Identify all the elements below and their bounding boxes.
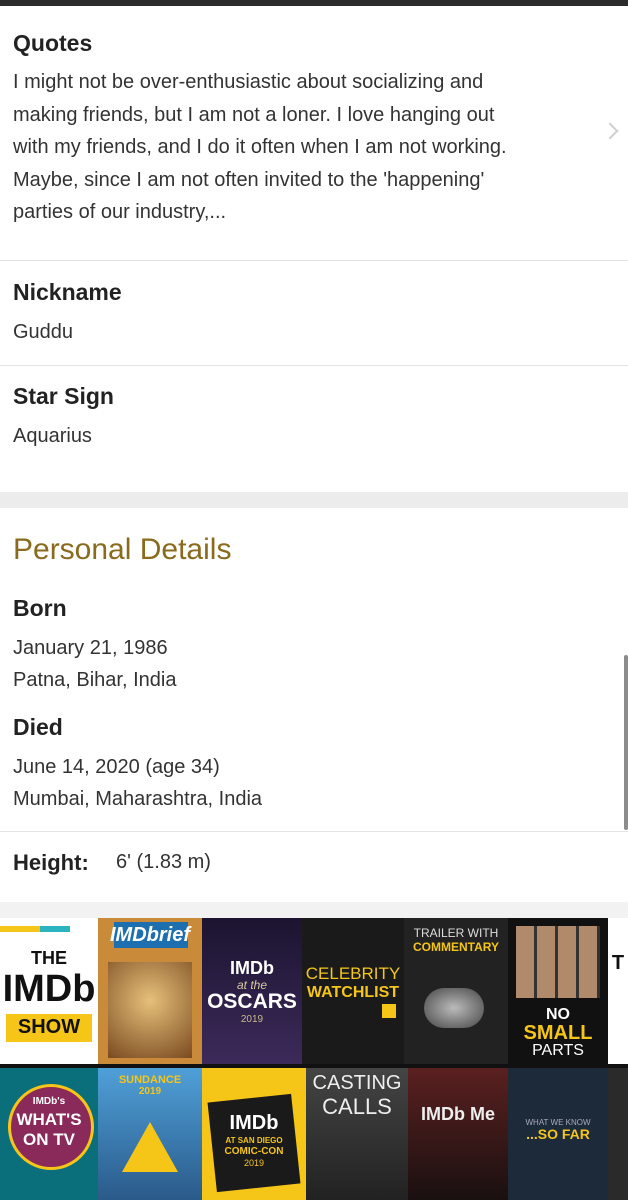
tile-partial[interactable] [608, 1068, 628, 1200]
trailer-text: TRAILER WITH [413, 926, 499, 940]
born-place[interactable]: Patna, Bihar, India [13, 664, 176, 697]
no-small-parts-text: PARTS [532, 1042, 584, 1059]
whats-on-tv-text: ON TV [23, 1130, 75, 1149]
quote-line: I might not be over-enthusiastic about s… [13, 71, 484, 93]
so-far-text: ...SO FAR [526, 1126, 590, 1142]
chevron-right-icon[interactable] [601, 122, 619, 140]
quote-line: parties of our industry,... [13, 201, 227, 223]
star-sign-heading: Star Sign [13, 383, 114, 409]
tile-trailer-commentary[interactable]: TRAILER WITH COMMENTARY [404, 918, 508, 1064]
whats-on-tv-text: WHAT'S [16, 1110, 82, 1129]
quotes-heading: Quotes [13, 30, 93, 56]
quote-line: Maybe, since I am not often invited to t… [13, 168, 485, 191]
quote-line: making friends, but I am not a loner. I … [13, 103, 495, 126]
section-gap [0, 492, 628, 508]
sundance-text: 2019 [138, 1086, 162, 1097]
partial-text: T [611, 952, 625, 974]
died-place[interactable]: Mumbai, Maharashtra, India [13, 783, 262, 816]
video-grid: THE IMDb SHOW IMDbrief IMDb at the OSCAR… [0, 918, 628, 1200]
tile-oscars[interactable]: IMDb at the OSCARS 2019 [202, 918, 302, 1064]
tile-imdb-me[interactable]: IMDb Me [408, 1068, 508, 1200]
tile-imdb-show[interactable]: THE IMDb SHOW [0, 918, 98, 1064]
born-date: January 21, 1986 [13, 637, 168, 659]
celebrity-text: CELEBRITY [305, 964, 401, 983]
nickname-value: Guddu [13, 321, 74, 343]
tile-whats-on-tv[interactable]: IMDb's WHAT'S ON TV [0, 1068, 98, 1200]
trailer-text: COMMENTARY [413, 940, 499, 954]
divider [0, 831, 628, 832]
nickname-heading: Nickname [13, 279, 122, 305]
scrollbar[interactable] [624, 655, 628, 830]
died-date: June 14, 2020 (age 34) [13, 756, 220, 778]
died-heading: Died [13, 714, 63, 740]
tile-so-far[interactable]: WHAT WE KNOW ...SO FAR [508, 1068, 608, 1200]
quote-line: with my friends, and I do it often when … [13, 136, 507, 158]
comic-con-text: AT SAN DIEGO [225, 1136, 283, 1145]
casting-text: CASTING [312, 1072, 402, 1094]
status-bar [0, 0, 628, 6]
tile-partial[interactable]: T [608, 918, 628, 1064]
section-gap [0, 902, 628, 918]
imdb-me-text: IMDb Me [421, 1104, 495, 1124]
tile-sundance[interactable]: SUNDANCE 2019 [98, 1068, 202, 1200]
celebrity-text: WATCHLIST [306, 984, 400, 1001]
tile-casting-calls[interactable]: CASTING CALLS [306, 1068, 408, 1200]
divider [0, 260, 628, 261]
imdb-show-text: SHOW [17, 1016, 81, 1038]
height-label: Height: [13, 850, 89, 875]
tile-comic-con[interactable]: IMDb AT SAN DIEGO COMIC-CON 2019 [202, 1068, 306, 1200]
divider [0, 365, 628, 366]
whats-on-tv-text: IMDb's [32, 1096, 66, 1107]
imdbrief-text: IMDbrief [110, 924, 190, 946]
comic-con-text: COMIC-CON [224, 1146, 284, 1157]
oscars-text: 2019 [240, 1014, 264, 1025]
imdb-show-text: IMDb [2, 968, 96, 1010]
tile-no-small-parts[interactable]: NO SMALL PARTS [508, 918, 608, 1064]
sundance-text: SUNDANCE [118, 1074, 182, 1086]
casting-text: CALLS [322, 1094, 392, 1119]
height-value: 6' (1.83 m) [116, 851, 211, 873]
oscars-text: OSCARS [207, 990, 297, 1013]
born-heading: Born [13, 595, 67, 621]
tile-celebrity-watchlist[interactable]: CELEBRITY WATCHLIST [302, 918, 404, 1064]
comic-con-text: 2019 [243, 1158, 265, 1168]
personal-details-title: Personal Details [13, 533, 232, 566]
star-sign-value: Aquarius [13, 425, 92, 447]
comic-con-text: IMDb [229, 1112, 279, 1134]
tile-imdbrief[interactable]: IMDbrief [98, 918, 202, 1064]
oscars-text: IMDb [230, 958, 274, 978]
imdb-show-text: THE [31, 948, 67, 968]
